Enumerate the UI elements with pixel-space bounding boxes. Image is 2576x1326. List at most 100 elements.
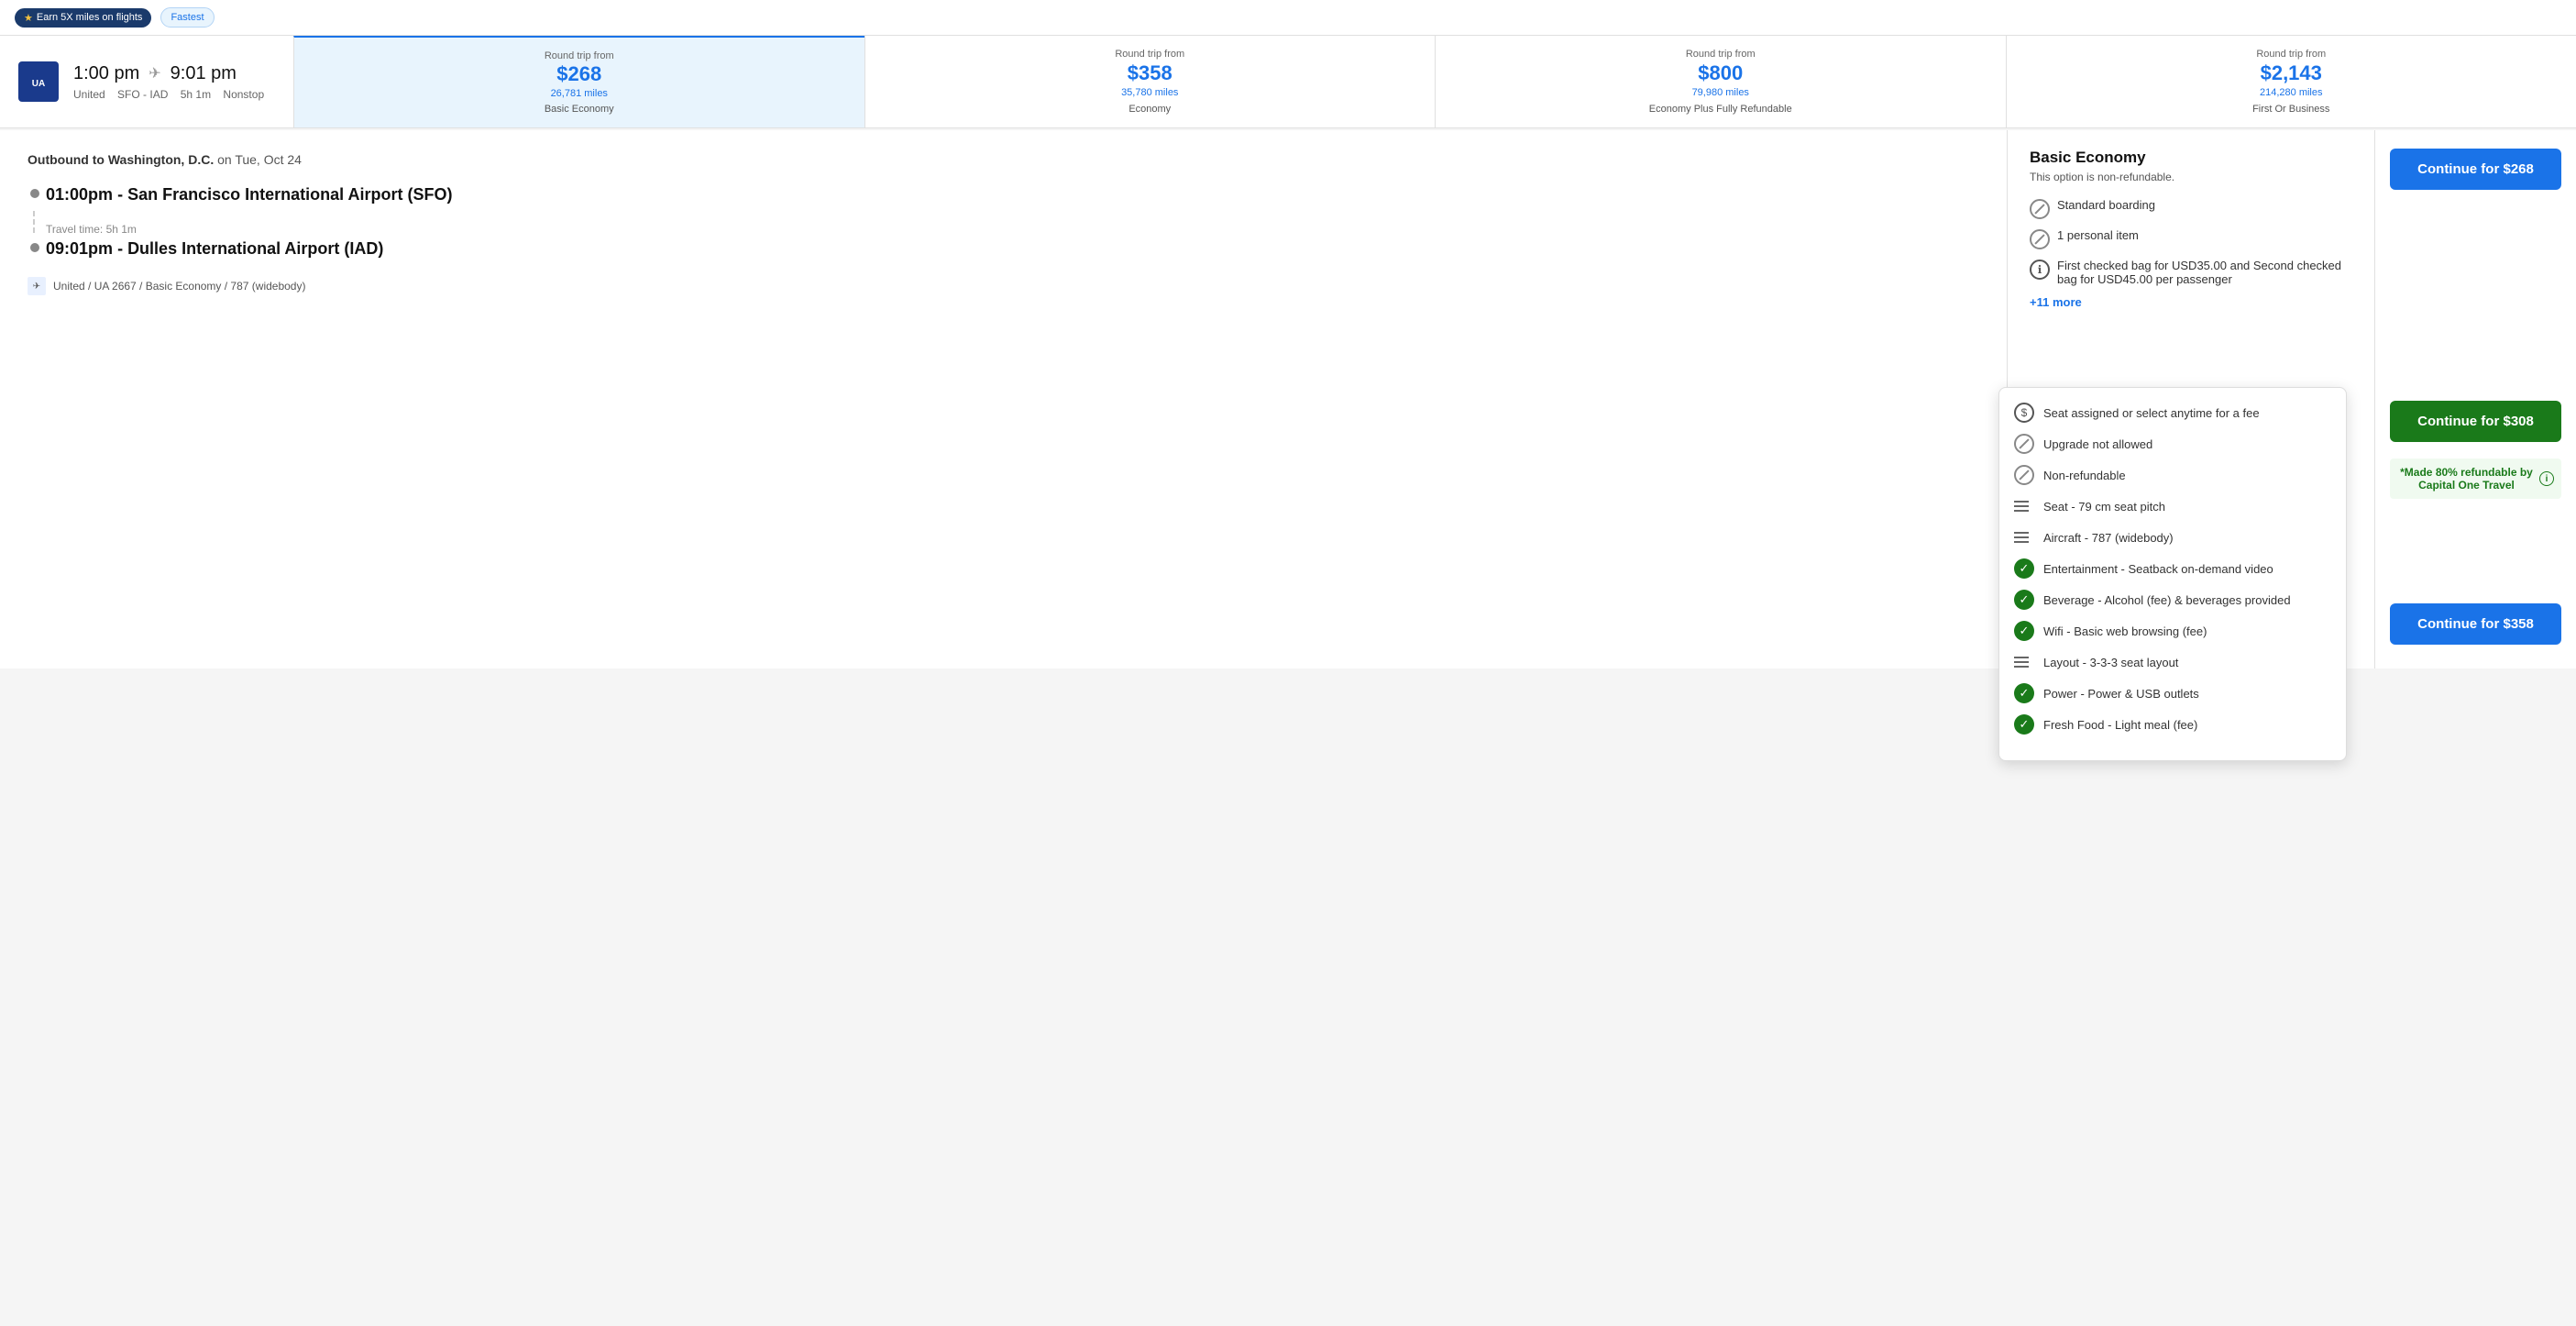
dropdown-feature-7: ✓ Wifi - Basic web browsing (fee) <box>2014 621 2331 641</box>
dropdown-text-3: Seat - 79 cm seat pitch <box>2043 500 2165 514</box>
dropdown-text-4: Aircraft - 787 (widebody) <box>2043 531 2174 545</box>
price-cards: Round trip from $268 26,781 miles Basic … <box>293 36 2576 127</box>
block-icon-dropdown-2 <box>2014 465 2034 485</box>
check-icon-5: ✓ <box>2014 558 2034 579</box>
price-card-type-1: Economy <box>1128 104 1171 115</box>
dropdown-feature-10: ✓ Fresh Food - Light meal (fee) <box>2014 714 2331 735</box>
price-card-type-3: First Or Business <box>2252 104 2329 115</box>
right-panel: Basic Economy This option is non-refunda… <box>2008 130 2374 669</box>
price-card-amount-0: $268 <box>556 62 601 86</box>
block-icon-1 <box>2030 229 2050 249</box>
price-card-amount-1: $358 <box>1128 61 1172 85</box>
price-card-0[interactable]: Round trip from $268 26,781 miles Basic … <box>293 36 864 127</box>
price-card-3[interactable]: Round trip from $2,143 214,280 miles Fir… <box>2006 36 2576 127</box>
fastest-label: Fastest <box>171 12 204 23</box>
price-card-miles-1: 35,780 miles <box>1121 87 1178 98</box>
departure-airport: San Francisco International Airport (SFO… <box>127 185 452 204</box>
flight-arrow-icon: ✈ <box>149 64 160 83</box>
airline-name: United <box>73 88 105 101</box>
outbound-date: on Tue, Oct 24 <box>217 152 302 167</box>
fastest-badge: Fastest <box>160 7 214 28</box>
continue-btn-358[interactable]: Continue for $358 <box>2390 603 2561 645</box>
fare-feature-text-1: 1 personal item <box>2057 228 2139 242</box>
price-card-1[interactable]: Round trip from $358 35,780 miles Econom… <box>864 36 1436 127</box>
fare-feature-2: ℹ First checked bag for USD35.00 and Sec… <box>2030 259 2352 286</box>
flight-stops: Nonstop <box>223 88 264 101</box>
left-panel: Outbound to Washington, D.C. on Tue, Oct… <box>0 130 2008 669</box>
dropdown-text-6: Beverage - Alcohol (fee) & beverages pro… <box>2043 593 2291 607</box>
dropdown-feature-2: Non-refundable <box>2014 465 2331 485</box>
lines-icon-4 <box>2014 527 2034 547</box>
price-card-label-2: Round trip from <box>1686 49 1756 60</box>
earn-label: Earn 5X miles on flights <box>37 12 143 23</box>
fare-feature-text-0: Standard boarding <box>2057 198 2155 212</box>
arrival-airport: Dulles International Airport (IAD) <box>127 239 383 258</box>
features-dropdown: $ Seat assigned or select anytime for a … <box>1998 387 2347 761</box>
info-circle-icon: i <box>2539 471 2554 486</box>
price-card-type-0: Basic Economy <box>545 104 614 115</box>
flight-info: UA 1:00 pm ✈ 9:01 pm United SFO - IAD 5h… <box>0 36 293 127</box>
dropdown-text-8: Layout - 3-3-3 seat layout <box>2043 656 2178 669</box>
refundable-note: *Made 80% refundable by Capital One Trav… <box>2390 459 2561 499</box>
depart-time: 1:00 pm <box>73 63 139 84</box>
fare-feature-0: Standard boarding <box>2030 198 2352 219</box>
more-link[interactable]: +11 more <box>2030 295 2352 309</box>
block-icon-0 <box>2030 199 2050 219</box>
flight-sub: United SFO - IAD 5h 1m Nonstop <box>73 88 273 101</box>
spacer <box>2390 206 2561 390</box>
dropdown-text-9: Power - Power & USB outlets <box>2043 687 2199 701</box>
arrival-dot <box>30 243 39 252</box>
fare-title: Basic Economy <box>2030 149 2352 167</box>
arrival-stop: 09:01pm - Dulles International Airport (… <box>46 239 1979 259</box>
dropdown-text-5: Entertainment - Seatback on-demand video <box>2043 562 2273 576</box>
check-icon-10: ✓ <box>2014 714 2034 735</box>
arrive-time: 9:01 pm <box>171 63 237 84</box>
main-content: Outbound to Washington, D.C. on Tue, Oct… <box>0 130 2576 669</box>
price-card-amount-3: $2,143 <box>2261 61 2322 85</box>
dropdown-feature-9: ✓ Power - Power & USB outlets <box>2014 683 2331 703</box>
arrival-time: 09:01pm - Dulles International Airport (… <box>46 239 1979 259</box>
block-icon-dropdown-1 <box>2014 434 2034 454</box>
dropdown-text-1: Upgrade not allowed <box>2043 437 2152 451</box>
dropdown-feature-4: Aircraft - 787 (widebody) <box>2014 527 2331 547</box>
price-card-label-3: Round trip from <box>2256 49 2326 60</box>
price-card-label-0: Round trip from <box>545 50 614 61</box>
svg-text:UA: UA <box>32 79 45 89</box>
fare-feature-1: 1 personal item <box>2030 228 2352 249</box>
aircraft-icon: ✈ <box>28 277 46 295</box>
fare-info: Basic Economy This option is non-refunda… <box>2030 149 2352 309</box>
dropdown-text-7: Wifi - Basic web browsing (fee) <box>2043 624 2207 638</box>
fare-feature-text-2: First checked bag for USD35.00 and Secon… <box>2057 259 2352 286</box>
outbound-title: Outbound to Washington, D.C. on Tue, Oct… <box>28 152 1979 167</box>
spacer2 <box>2390 519 2561 592</box>
info-icon-2: ℹ <box>2030 260 2050 280</box>
departure-dot <box>30 189 39 198</box>
fare-subtitle: This option is non-refundable. <box>2030 171 2352 183</box>
lines-icon-8 <box>2014 652 2034 672</box>
continue-btn-308[interactable]: Continue for $308 <box>2390 401 2561 442</box>
check-icon-9: ✓ <box>2014 683 2034 703</box>
dropdown-text-10: Fresh Food - Light meal (fee) <box>2043 718 2197 732</box>
dropdown-feature-3: Seat - 79 cm seat pitch <box>2014 496 2331 516</box>
flight-times: 1:00 pm ✈ 9:01 pm United SFO - IAD 5h 1m… <box>73 63 273 101</box>
outbound-destination: Outbound to Washington, D.C. <box>28 152 214 167</box>
dropdown-feature-5: ✓ Entertainment - Seatback on-demand vid… <box>2014 558 2331 579</box>
dropdown-feature-0: $ Seat assigned or select anytime for a … <box>2014 403 2331 423</box>
price-card-miles-0: 26,781 miles <box>551 88 608 99</box>
flight-duration: 5h 1m <box>181 88 211 101</box>
flight-row: UA 1:00 pm ✈ 9:01 pm United SFO - IAD 5h… <box>0 36 2576 128</box>
earn-badge: Earn 5X miles on flights <box>15 8 151 28</box>
travel-time: Travel time: 5h 1m <box>46 223 1979 236</box>
departure-time: 01:00pm - San Francisco International Ai… <box>46 185 1979 204</box>
flight-route: SFO - IAD <box>117 88 168 101</box>
price-card-2[interactable]: Round trip from $800 79,980 miles Econom… <box>1435 36 2006 127</box>
price-card-amount-2: $800 <box>1698 61 1743 85</box>
dropdown-feature-6: ✓ Beverage - Alcohol (fee) & beverages p… <box>2014 590 2331 610</box>
check-icon-7: ✓ <box>2014 621 2034 641</box>
continue-panel: Continue for $268 Continue for $308 *Mad… <box>2374 130 2576 669</box>
departure-stop: 01:00pm - San Francisco International Ai… <box>46 185 1979 204</box>
price-card-miles-3: 214,280 miles <box>2260 87 2323 98</box>
top-bar: Earn 5X miles on flights Fastest <box>0 0 2576 36</box>
continue-btn-268[interactable]: Continue for $268 <box>2390 149 2561 190</box>
lines-icon-3 <box>2014 496 2034 516</box>
